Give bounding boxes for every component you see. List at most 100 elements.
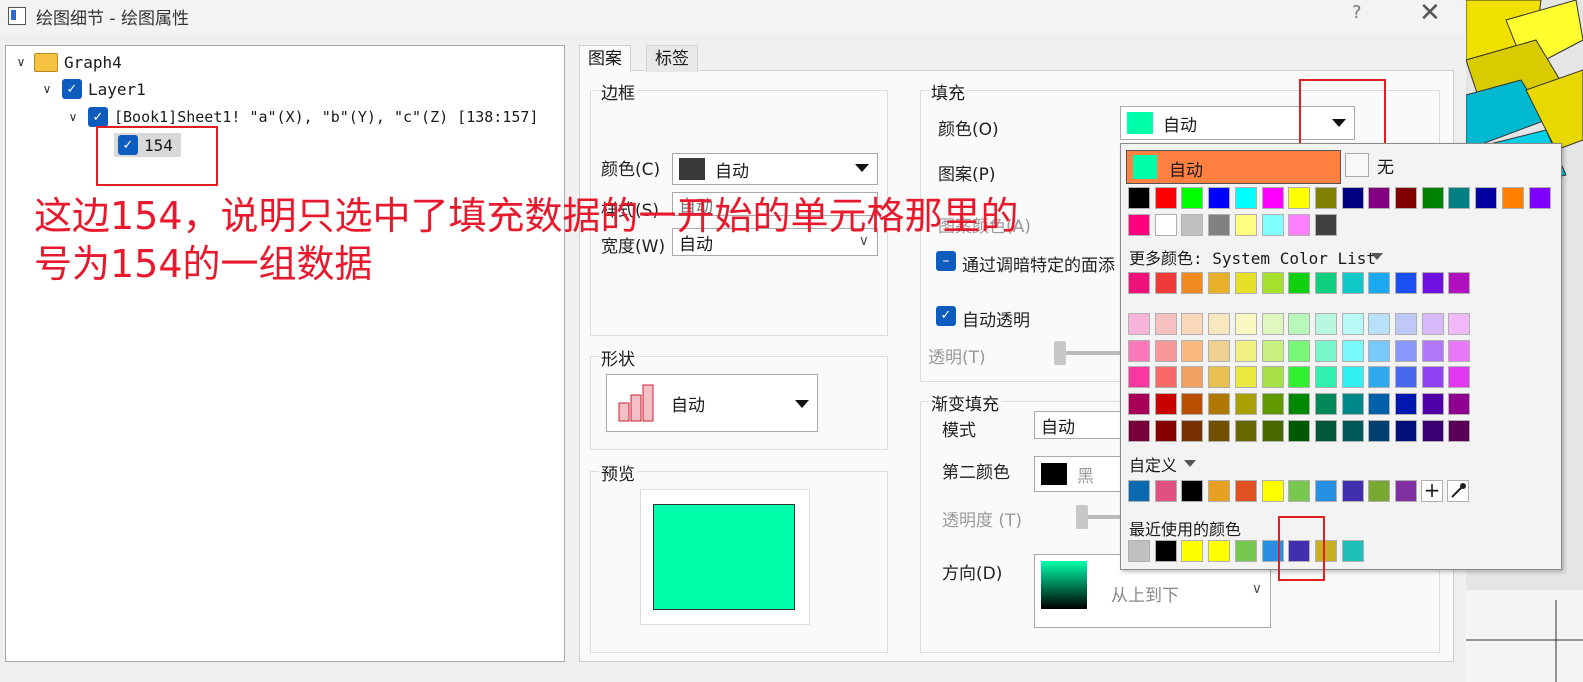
color-swatch[interactable] <box>1128 187 1150 209</box>
color-swatch[interactable] <box>1314 272 1337 294</box>
color-swatch[interactable] <box>1261 272 1284 294</box>
color-swatch[interactable] <box>1234 187 1257 209</box>
color-swatch[interactable] <box>1341 393 1364 416</box>
no-color-label[interactable]: 无 <box>1377 153 1394 178</box>
add-color-button[interactable]: + <box>1421 480 1443 502</box>
color-swatch[interactable] <box>1368 419 1391 442</box>
color-swatch[interactable] <box>1395 366 1417 389</box>
color-swatch[interactable] <box>1395 419 1417 442</box>
color-swatch[interactable] <box>1421 366 1444 389</box>
color-swatch[interactable] <box>1501 187 1524 209</box>
color-swatch[interactable] <box>1395 187 1417 209</box>
color-swatch[interactable] <box>1421 272 1444 294</box>
color-swatch[interactable] <box>1234 213 1257 236</box>
color-swatch[interactable] <box>1234 272 1257 294</box>
color-swatch[interactable] <box>1128 480 1150 502</box>
color-swatch[interactable] <box>1154 366 1177 389</box>
color-swatch[interactable] <box>1261 213 1284 236</box>
color-swatch[interactable] <box>1314 187 1337 209</box>
color-swatch[interactable] <box>1208 419 1231 442</box>
color-swatch[interactable] <box>1128 339 1150 362</box>
color-swatch[interactable] <box>1208 393 1231 416</box>
color-swatch[interactable] <box>1288 366 1311 389</box>
color-swatch[interactable] <box>1341 339 1364 362</box>
color-swatch[interactable] <box>1154 480 1177 502</box>
color-swatch[interactable] <box>1154 339 1177 362</box>
color-swatch[interactable] <box>1288 480 1311 502</box>
color-swatch[interactable] <box>1341 272 1364 294</box>
checkbox-dataset[interactable]: ✓ <box>88 107 108 127</box>
color-swatch[interactable] <box>1181 393 1204 416</box>
color-swatch[interactable] <box>1314 366 1337 389</box>
color-swatch[interactable] <box>1261 313 1284 335</box>
tab-pattern[interactable]: 图案 <box>579 45 631 72</box>
no-color-swatch[interactable] <box>1345 153 1369 177</box>
color-swatch[interactable] <box>1154 419 1177 442</box>
color-swatch[interactable] <box>1181 366 1204 389</box>
color-swatch[interactable] <box>1314 339 1337 362</box>
color-swatch[interactable] <box>1288 187 1311 209</box>
more-colors-label[interactable]: 更多颜色: System Color List <box>1129 245 1376 269</box>
color-swatch[interactable] <box>1421 419 1444 442</box>
color-swatch[interactable] <box>1261 339 1284 362</box>
color-swatch[interactable] <box>1341 419 1364 442</box>
chevron-down-icon[interactable] <box>1184 460 1196 467</box>
color-swatch[interactable] <box>1288 393 1311 416</box>
auto-transparent-checkbox[interactable]: ✓ <box>936 306 956 326</box>
color-swatch[interactable] <box>1181 339 1204 362</box>
auto-color-option[interactable]: 自动 <box>1126 150 1341 184</box>
color-swatch[interactable] <box>1208 480 1231 502</box>
recent-color-swatch[interactable] <box>1128 540 1150 562</box>
color-swatch[interactable] <box>1234 419 1257 442</box>
color-swatch[interactable] <box>1341 313 1364 335</box>
color-swatch[interactable] <box>1181 480 1204 502</box>
color-swatch[interactable] <box>1368 339 1391 362</box>
color-swatch[interactable] <box>1395 480 1417 502</box>
color-swatch[interactable] <box>1261 480 1284 502</box>
color-swatch[interactable] <box>1341 366 1364 389</box>
color-swatch[interactable] <box>1448 187 1471 209</box>
color-swatch[interactable] <box>1314 480 1337 502</box>
color-swatch[interactable] <box>1128 366 1150 389</box>
color-swatch[interactable] <box>1314 213 1337 236</box>
color-swatch[interactable] <box>1234 339 1257 362</box>
color-swatch[interactable] <box>1261 187 1284 209</box>
color-swatch[interactable] <box>1448 339 1471 362</box>
color-swatch[interactable] <box>1181 419 1204 442</box>
color-swatch[interactable] <box>1368 366 1391 389</box>
color-swatch[interactable] <box>1368 480 1391 502</box>
color-swatch[interactable] <box>1288 272 1311 294</box>
chevron-down-icon[interactable]: ∨ <box>66 110 80 124</box>
color-swatch[interactable] <box>1234 366 1257 389</box>
color-swatch[interactable] <box>1421 187 1444 209</box>
color-swatch[interactable] <box>1181 313 1204 335</box>
help-button[interactable]: ? <box>1352 2 1362 23</box>
color-swatch[interactable] <box>1128 393 1150 416</box>
color-swatch[interactable] <box>1208 313 1231 335</box>
tree-node-layer[interactable]: ∨ ✓ Layer1 <box>40 76 146 102</box>
color-swatch[interactable] <box>1395 393 1417 416</box>
border-color-select[interactable]: 自动 <box>672 153 878 185</box>
shape-select[interactable]: 自动 <box>606 374 818 432</box>
gradient-transparency-slider[interactable] <box>1076 505 1088 529</box>
color-swatch[interactable] <box>1448 366 1471 389</box>
recent-color-swatch[interactable] <box>1154 540 1177 562</box>
color-swatch[interactable] <box>1261 393 1284 416</box>
transparency-slider[interactable] <box>1054 341 1066 365</box>
color-swatch[interactable] <box>1154 393 1177 416</box>
recent-color-swatch[interactable] <box>1341 540 1364 562</box>
recent-color-swatch[interactable] <box>1234 540 1257 562</box>
color-swatch[interactable] <box>1181 187 1204 209</box>
color-swatch[interactable] <box>1128 313 1150 335</box>
color-swatch[interactable] <box>1314 393 1337 416</box>
color-swatch[interactable] <box>1181 213 1204 236</box>
color-swatch[interactable] <box>1154 187 1177 209</box>
chevron-down-icon[interactable]: ∨ <box>40 82 54 96</box>
color-swatch[interactable] <box>1261 366 1284 389</box>
color-swatch[interactable] <box>1288 213 1311 236</box>
color-swatch[interactable] <box>1448 393 1471 416</box>
color-swatch[interactable] <box>1421 393 1444 416</box>
close-button[interactable]: ✕ <box>1419 0 1441 28</box>
recent-color-swatch[interactable] <box>1208 540 1231 562</box>
color-swatch[interactable] <box>1368 313 1391 335</box>
